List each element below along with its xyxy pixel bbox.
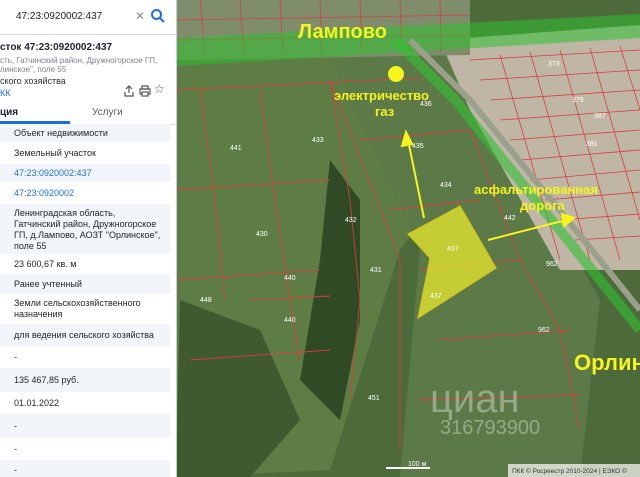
row-value: Гатчинский район, Дружногорское <box>14 219 157 229</box>
village-label-lampovo: Лампово <box>298 21 387 43</box>
info-row: Земельный участок <box>0 142 170 164</box>
star-icon[interactable]: ☆ <box>154 82 168 96</box>
parcel-label: 430 <box>256 231 268 238</box>
info-panel: 47:23:0920002:437 ✕ сток 47:23:0920002:4… <box>0 0 177 477</box>
utility-marker <box>388 66 404 82</box>
parcel-address-cont: линское", поле 55 <box>0 65 67 74</box>
parcel-label: 387 <box>594 113 606 120</box>
row-value: 23 600,67 кв. м <box>14 259 77 269</box>
cadastral-number-link[interactable]: 47:23:0920002:437 <box>14 168 92 179</box>
search-icon[interactable] <box>150 8 166 24</box>
parcel-label: 433 <box>312 137 324 144</box>
parcel-label: 448 <box>200 297 212 304</box>
info-row: - <box>0 460 170 477</box>
info-row: для ведения сельского хозяйства <box>0 324 170 346</box>
row-value: ГП, д.Лампово, АОЗТ "Орлинское", <box>14 230 161 240</box>
parcel-label: 437 <box>430 293 442 300</box>
row-value: Ленинградская область, <box>14 208 116 218</box>
parcel-label: 432 <box>345 217 357 224</box>
map-attribution: ПКК © Росреестр 2010-2024 | ЕЭКО © <box>512 467 627 475</box>
info-row: Ранее учтенный <box>0 274 170 294</box>
row-value: 01.01.2022 <box>14 398 60 408</box>
parcel-address: сть, Гатчинский район, Дружногорское ГП, <box>0 56 158 65</box>
scale-label: 100 м <box>408 461 427 468</box>
search-bar[interactable]: 47:23:0920002:437 ✕ <box>0 0 176 35</box>
parcel-header: сток 47:23:0920002:437 сть, Гатчинский р… <box>0 38 176 100</box>
parcel-category: ского хозяйства <box>0 76 66 86</box>
info-row: Объект недвижимости <box>0 124 170 142</box>
tab-info[interactable]: ция <box>0 107 18 118</box>
parcel-label: 435 <box>412 143 424 150</box>
row-value: назначения <box>14 309 63 319</box>
row-value: - <box>14 465 17 475</box>
kk-link[interactable]: КК <box>0 88 11 98</box>
parcel-label: 440 <box>284 275 296 282</box>
row-value: - <box>14 352 17 362</box>
parcel-label: 379 <box>572 97 584 104</box>
tab-services[interactable]: Услуги <box>92 107 123 118</box>
row-value: Земельный участок <box>14 148 96 158</box>
panel-tabs: ция Услуги <box>0 102 176 125</box>
parcel-label: 373 <box>548 61 560 68</box>
annotation-road: дорога <box>520 198 565 213</box>
row-value: поле 55 <box>14 241 47 251</box>
row-value: - <box>14 444 17 454</box>
village-label-orlino: Орлин <box>574 350 640 375</box>
parcel-label: 440 <box>284 317 296 324</box>
search-input[interactable]: 47:23:0920002:437 <box>16 11 102 22</box>
info-row: - <box>0 346 170 368</box>
row-value: Объект недвижимости <box>14 128 108 138</box>
watermark-id: 316793900 <box>440 417 540 439</box>
info-row: 47:23:0920002:437 <box>0 164 170 182</box>
info-row: - <box>0 438 170 460</box>
parcel-label: 962 <box>538 327 550 334</box>
parcel-label: 437 <box>447 246 459 253</box>
parcel-label: 451 <box>368 395 380 402</box>
parcel-label: 434 <box>440 182 452 189</box>
row-value: 135 467,85 руб. <box>14 375 79 385</box>
annotation-asphalt: асфальтированная <box>474 182 598 197</box>
parcel-label: 442 <box>504 215 516 222</box>
annotation-gas: газ <box>375 104 395 119</box>
info-row: 135 467,85 руб. <box>0 368 170 392</box>
annotation-electricity: электричество <box>334 88 429 103</box>
watermark-logo: циан <box>430 377 520 421</box>
row-value: Земли сельскохозяйственного <box>14 298 141 308</box>
info-row: Земли сельскохозяйственного назначения <box>0 294 170 324</box>
share-icon[interactable] <box>122 84 136 98</box>
parcel-label: 381 <box>586 141 598 148</box>
quarter-number-link[interactable]: 47:23:0920002 <box>14 188 74 199</box>
info-row: 23 600,67 кв. м <box>0 254 170 274</box>
row-value: для ведения сельского хозяйства <box>14 330 154 340</box>
parcel-title: сток 47:23:0920002:437 <box>0 42 113 53</box>
parcel-label: 441 <box>230 145 242 152</box>
info-row: - <box>0 414 170 438</box>
info-row-address: Ленинградская область, Гатчинский район,… <box>0 204 170 254</box>
row-value: Ранее учтенный <box>14 279 82 289</box>
parcel-label: 962 <box>546 261 558 268</box>
info-row: 01.01.2022 <box>0 392 170 414</box>
row-value: - <box>14 421 17 431</box>
close-icon[interactable]: ✕ <box>135 9 145 23</box>
parcel-label: 431 <box>370 267 382 274</box>
info-row: 47:23:0920002 <box>0 182 170 204</box>
print-icon[interactable] <box>138 84 152 98</box>
